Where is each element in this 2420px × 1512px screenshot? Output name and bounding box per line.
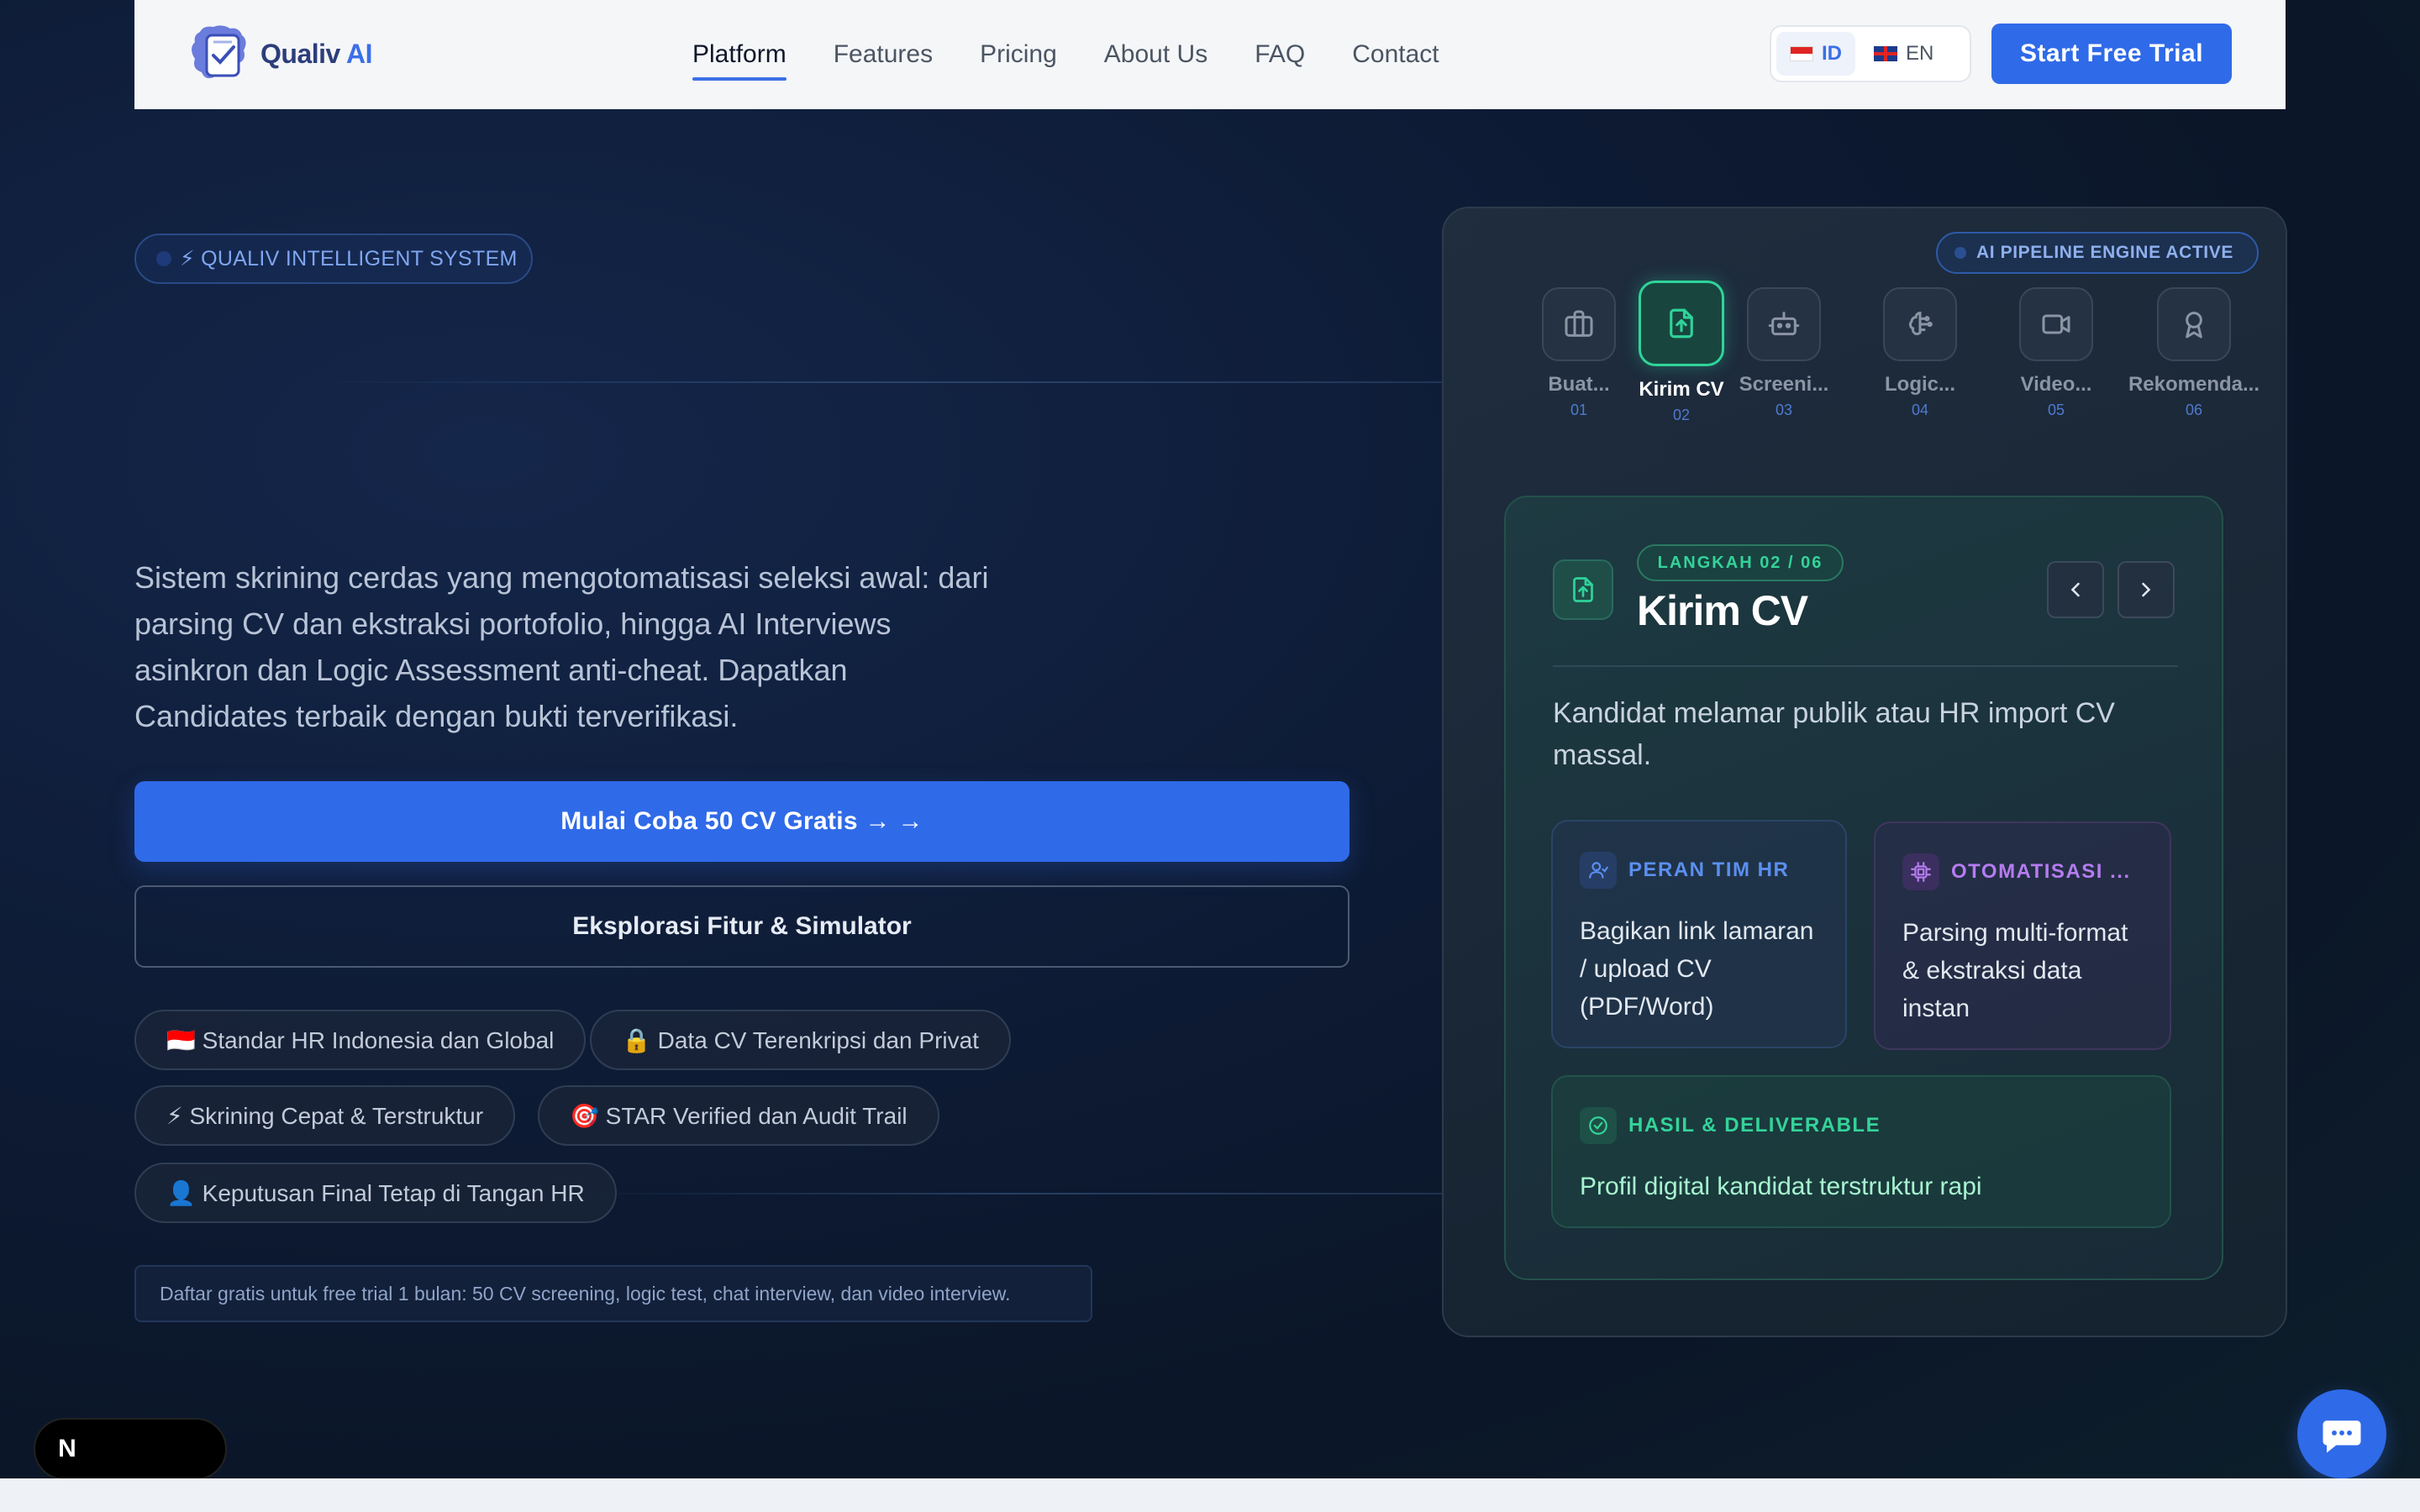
feature-chip-hr-final-decision: 👤 Keputusan Final Tetap di Tangan HR (134, 1163, 617, 1223)
ai-automation-card: OTOMATISASI ... Parsing multi-format & e… (1874, 822, 2171, 1050)
step-number: 06 (2185, 402, 2203, 418)
engine-status-label: AI PIPELINE ENGINE ACTIVE (1976, 243, 2233, 262)
feature-chip-encrypted: 🔒 Data CV Terenkripsi dan Privat (590, 1010, 1011, 1070)
step-progress-badge: LANGKAH 02 / 06 (1637, 544, 1844, 581)
award-icon (2186, 312, 2202, 339)
step-label: Kirim CV (1639, 378, 1724, 401)
chat-bubble-icon (2323, 1420, 2361, 1453)
step-number: 03 (1775, 402, 1793, 418)
ai-automation-body: Parsing multi-format & ekstraksi data in… (1902, 919, 2128, 1022)
briefcase-icon (1565, 310, 1593, 337)
feature-chip-star-verified: 🎯 STAR Verified dan Audit Trail (538, 1085, 939, 1146)
hero-badge-label: ⚡ QUALIV INTELLIGENT SYSTEM (180, 247, 518, 270)
step-detail-title: Kirim CV (1637, 587, 1808, 634)
feature-chip-hr-standard: 🇮🇩 Standar HR Indonesia dan Global (134, 1010, 587, 1070)
step-number: 02 (1672, 407, 1691, 423)
chip-icon (1911, 862, 1931, 882)
brain-icon (1908, 312, 1933, 335)
step-label: Screeni... (1739, 373, 1829, 396)
chevron-left-icon (2070, 582, 2080, 597)
hr-role-title: PERAN TIM HR (1628, 858, 1790, 881)
next-section-edge (0, 1478, 2420, 1512)
badge-dot-icon (156, 251, 171, 266)
video-icon (2042, 314, 2070, 334)
step-label: Buat... (1548, 373, 1610, 396)
nav-link-faq[interactable]: FAQ (1255, 0, 1305, 109)
step-number: 05 (2047, 402, 2065, 418)
dev-tools-badge[interactable]: N (34, 1418, 227, 1480)
prev-step-button[interactable] (2047, 561, 2104, 618)
step-label: Video... (2020, 373, 2092, 396)
flag-indonesia-icon (1790, 46, 1813, 61)
pipeline-simulator-card: AI PIPELINE ENGINE ACTIVE Buat... 01 Kir… (1442, 207, 2287, 1337)
hr-role-body: Bagikan link lamaran / upload CV (PDF/Wo… (1580, 917, 1814, 1021)
brand-name: Qualiv (260, 38, 340, 69)
engine-status-badge: AI PIPELINE ENGINE ACTIVE (1936, 232, 2259, 274)
deliverable-body: Profil digital kandidat terstruktur rapi (1580, 1173, 1982, 1200)
brand-suffix: AI (346, 38, 373, 69)
step-number: 01 (1570, 402, 1588, 418)
nav-link-contact[interactable]: Contact (1352, 0, 1439, 109)
pipeline-step-3[interactable]: Screeni... 03 (1712, 287, 1855, 419)
pipeline-step-4[interactable]: Logic... 04 (1849, 287, 1991, 419)
explore-features-button[interactable]: Eksplorasi Fitur & Simulator (134, 885, 1349, 968)
step-number: 04 (1911, 402, 1929, 418)
qualiv-logo-icon (192, 25, 246, 79)
chat-widget-button[interactable] (2297, 1389, 2386, 1478)
robot-icon (1768, 312, 1800, 336)
flag-uk-icon (1874, 46, 1897, 61)
lang-label-en: EN (1906, 42, 1934, 65)
top-navbar: Qualiv AI Platform Features Pricing Abou… (134, 0, 2286, 109)
decorative-divider-lower (571, 1193, 1445, 1194)
pipeline-step-5[interactable]: Video... 05 (1985, 287, 2128, 419)
chevron-right-icon (2142, 582, 2151, 597)
user-icon (1589, 862, 1608, 879)
file-upload-icon (1670, 308, 1693, 339)
free-trial-notice: Daftar gratis untuk free trial 1 bulan: … (134, 1265, 1092, 1322)
next-step-button[interactable] (2118, 561, 2175, 618)
hr-role-card: PERAN TIM HR Bagikan link lamaran / uplo… (1551, 820, 1847, 1048)
detail-divider (1553, 665, 2178, 667)
nextjs-logo-icon: N (58, 1435, 76, 1462)
step-detail-description: Kandidat melamar publik atau HR import C… (1553, 697, 2115, 771)
deliverable-title: HASIL & DELIVERABLE (1628, 1114, 1881, 1137)
ai-automation-title: OTOMATISASI ... (1951, 860, 2131, 883)
nav-link-platform[interactable]: Platform (692, 0, 786, 109)
step-label: Rekomenda... (2128, 373, 2260, 396)
status-dot-icon (1954, 247, 1966, 259)
start-trial-50cv-button[interactable]: Mulai Coba 50 CV Gratis → → (134, 781, 1349, 862)
lang-option-en[interactable]: EN (1860, 32, 1947, 76)
nav-link-pricing[interactable]: Pricing (980, 0, 1057, 109)
brand-logo[interactable]: Qualiv AI (188, 24, 373, 84)
lang-label-id: ID (1822, 42, 1842, 65)
check-circle-icon (1589, 1116, 1607, 1135)
feature-chip-fast-screening: ⚡ Skrining Cepat & Terstruktur (134, 1085, 516, 1146)
step-detail-card: LANGKAH 02 / 06 Kirim CV Kandidat melama… (1504, 496, 2223, 1280)
lang-option-id[interactable]: ID (1776, 32, 1855, 76)
file-upload-icon (1573, 577, 1593, 602)
pipeline-steps: Buat... 01 Kirim CV 02 Screeni... 03 Log… (1444, 281, 2289, 455)
main-nav: Platform Features Pricing About Us FAQ C… (692, 0, 1439, 109)
step-label: Logic... (1885, 373, 1955, 396)
hero-badge: ⚡ QUALIV INTELLIGENT SYSTEM (134, 234, 533, 284)
language-switcher: ID EN (1770, 25, 1971, 82)
nav-link-features[interactable]: Features (834, 0, 933, 109)
start-free-trial-button[interactable]: Start Free Trial (1991, 24, 2232, 84)
nav-link-about-us[interactable]: About Us (1104, 0, 1207, 109)
decorative-divider (302, 381, 1445, 383)
pipeline-step-6[interactable]: Rekomenda... 06 (2123, 287, 2265, 419)
hero-description: Sistem skrining cerdas yang mengotomatis… (134, 560, 989, 733)
deliverable-card: HASIL & DELIVERABLE Profil digital kandi… (1551, 1075, 2171, 1228)
